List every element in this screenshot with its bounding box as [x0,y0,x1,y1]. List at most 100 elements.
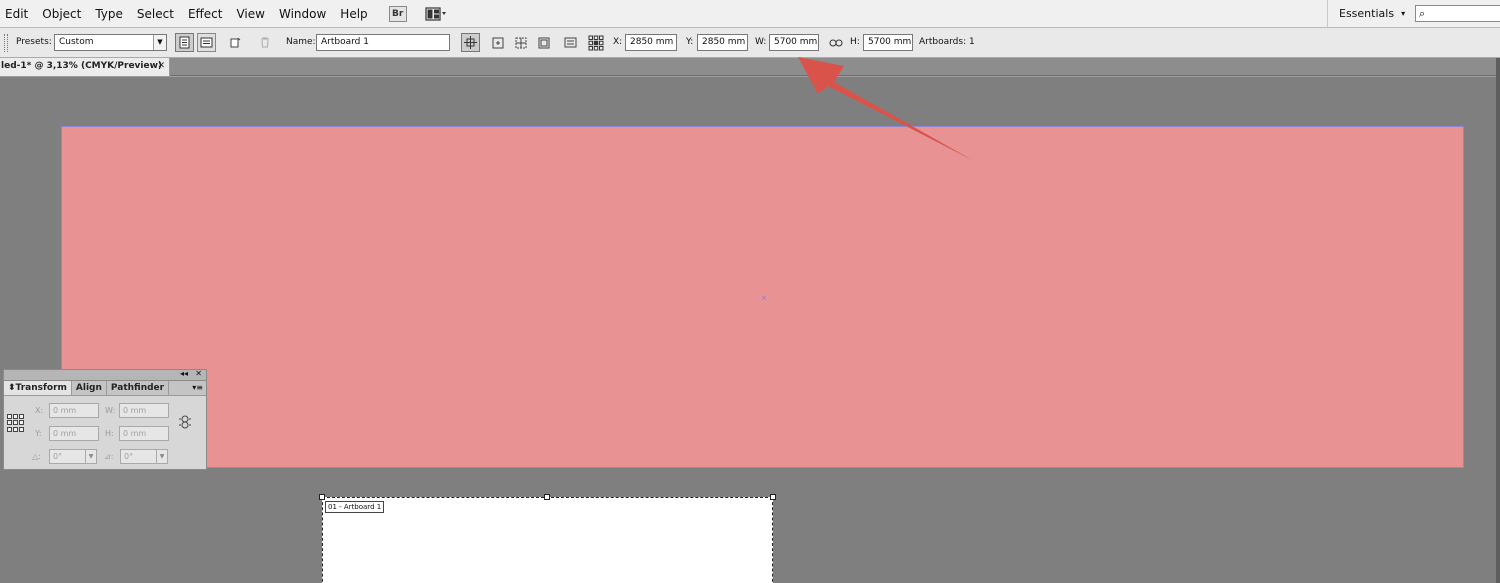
grip-handle[interactable] [4,34,8,52]
h-label: H: [850,37,860,47]
workspace-label: Essentials [1339,7,1395,20]
rotate-select[interactable]: 0° ▼ [49,449,97,464]
new-artboard-icon [230,37,241,48]
center-mark-icon [492,37,503,48]
move-artwork-icon [464,36,477,49]
panel-w-label: W: [105,406,116,415]
height-field[interactable]: 5700 mm [863,34,913,51]
reference-point-selector[interactable] [586,33,605,52]
search-input[interactable]: ⌕ [1415,5,1500,22]
menu-window[interactable]: Window [272,0,333,28]
ref-point[interactable] [7,426,12,432]
delete-artboard-button[interactable] [255,33,274,52]
menu-help[interactable]: Help [333,0,374,28]
chevron-down-icon: ▼ [156,450,167,463]
document-tab[interactable]: led-1* @ 3,13% (CMYK/Preview) ✕ [0,58,170,76]
menu-edit[interactable]: Edit [0,0,35,28]
tab-align[interactable]: Align [72,381,107,395]
tab-transform-label: Transform [15,383,67,393]
ref-point[interactable] [19,414,24,419]
presets-select[interactable]: Custom ▼ [54,34,167,51]
chevron-down-icon: ▼ [85,450,96,463]
resize-handle-top-left[interactable] [319,494,325,500]
panel-x-field[interactable]: 0 mm [49,403,99,418]
show-safe-areas-button[interactable] [534,33,553,52]
y-field[interactable]: 2850 mm [697,34,748,51]
control-bar: Presets: Custom ▼ Name: Artboard 1 X: 28… [0,28,1500,58]
menu-object[interactable]: Object [35,0,88,28]
presets-value: Custom [59,37,94,47]
resize-handle-top-center[interactable] [544,494,550,500]
arrange-documents-icon[interactable] [423,6,449,22]
constrain-proportions-button[interactable] [826,33,845,52]
menu-select[interactable]: Select [130,0,181,28]
collapse-icon[interactable]: ◂◂ [180,369,188,378]
reference-point-grid[interactable] [7,414,25,432]
new-artboard-button[interactable] [226,33,245,52]
resize-handle-top-right[interactable] [770,494,776,500]
landscape-icon [200,37,213,48]
panel-title-bar[interactable]: ◂◂ ✕ [4,369,206,381]
shear-value: 0° [124,452,134,461]
y-label: Y: [686,37,694,47]
search-icon: ⌕ [1419,7,1426,20]
safe-area-icon [538,37,549,48]
transform-panel: ◂◂ ✕ ⬍Transform Align Pathfinder ▾≡ X: 0… [3,369,207,470]
artboard-name-field[interactable]: Artboard 1 [316,34,450,51]
panel-w-field[interactable]: 0 mm [119,403,169,418]
tab-pathfinder[interactable]: Pathfinder [107,381,170,395]
panel-h-label: H: [105,429,114,438]
rotate-label: △: [32,452,41,461]
tab-transform[interactable]: ⬍Transform [4,381,72,395]
artboard-options-button[interactable] [561,33,580,52]
chevron-down-icon: ▾ [1401,9,1406,18]
ref-point[interactable] [7,414,12,419]
w-label: W: [755,37,767,47]
name-label: Name: [286,37,316,47]
portrait-icon [179,36,190,49]
close-icon[interactable]: ✕ [195,369,202,378]
portrait-button[interactable] [175,33,194,52]
landscape-button[interactable] [197,33,216,52]
menu-view[interactable]: View [229,0,271,28]
ref-point[interactable] [13,414,18,419]
menu-effect[interactable]: Effect [181,0,230,28]
reference-point-icon [588,35,603,50]
center-mark: × [761,294,767,302]
ref-point[interactable] [19,426,24,432]
cross-hairs-icon [515,37,526,48]
bridge-icon[interactable]: Br [388,5,407,22]
x-field[interactable]: 2850 mm [625,34,677,51]
panel-y-label: Y: [35,429,42,438]
ref-point[interactable] [13,420,18,426]
constrain-link-icon [179,415,191,429]
selected-artboard[interactable]: × [61,126,1464,468]
ref-point[interactable] [7,420,12,426]
artboard-label: 01 - Artboard 1 [325,501,385,513]
panel-tabs: ⬍Transform Align Pathfinder ▾≡ [4,381,206,396]
artboard-1[interactable] [319,494,776,583]
chain-link-icon[interactable] [178,415,192,432]
x-label: X: [613,37,623,47]
presets-label: Presets: [16,37,52,47]
panel-h-field[interactable]: 0 mm [119,426,169,441]
panel-y-field[interactable]: 0 mm [49,426,99,441]
menu-type[interactable]: Type [88,0,130,28]
menu-bar: Edit Object Type Select Effect View Wind… [0,0,1500,28]
document-tab-title: led-1* @ 3,13% (CMYK/Preview) [1,61,163,71]
show-center-mark-button[interactable] [488,33,507,52]
artboard-options-icon [564,37,577,48]
trash-icon [260,37,269,48]
ref-point[interactable] [19,420,24,426]
right-scrollbar[interactable] [1496,58,1500,583]
artboards-count: Artboards: 1 [919,37,975,47]
ref-point[interactable] [13,426,18,432]
rotate-value: 0° [53,452,63,461]
panel-menu-icon[interactable]: ▾≡ [192,381,203,395]
workspace-switcher[interactable]: Essentials ▾ [1327,0,1407,27]
move-copy-artwork-button[interactable] [461,33,480,52]
width-field[interactable]: 5700 mm [769,34,819,51]
show-cross-hairs-button[interactable] [511,33,530,52]
close-icon[interactable]: ✕ [157,58,165,75]
shear-select[interactable]: 0° ▼ [120,449,168,464]
